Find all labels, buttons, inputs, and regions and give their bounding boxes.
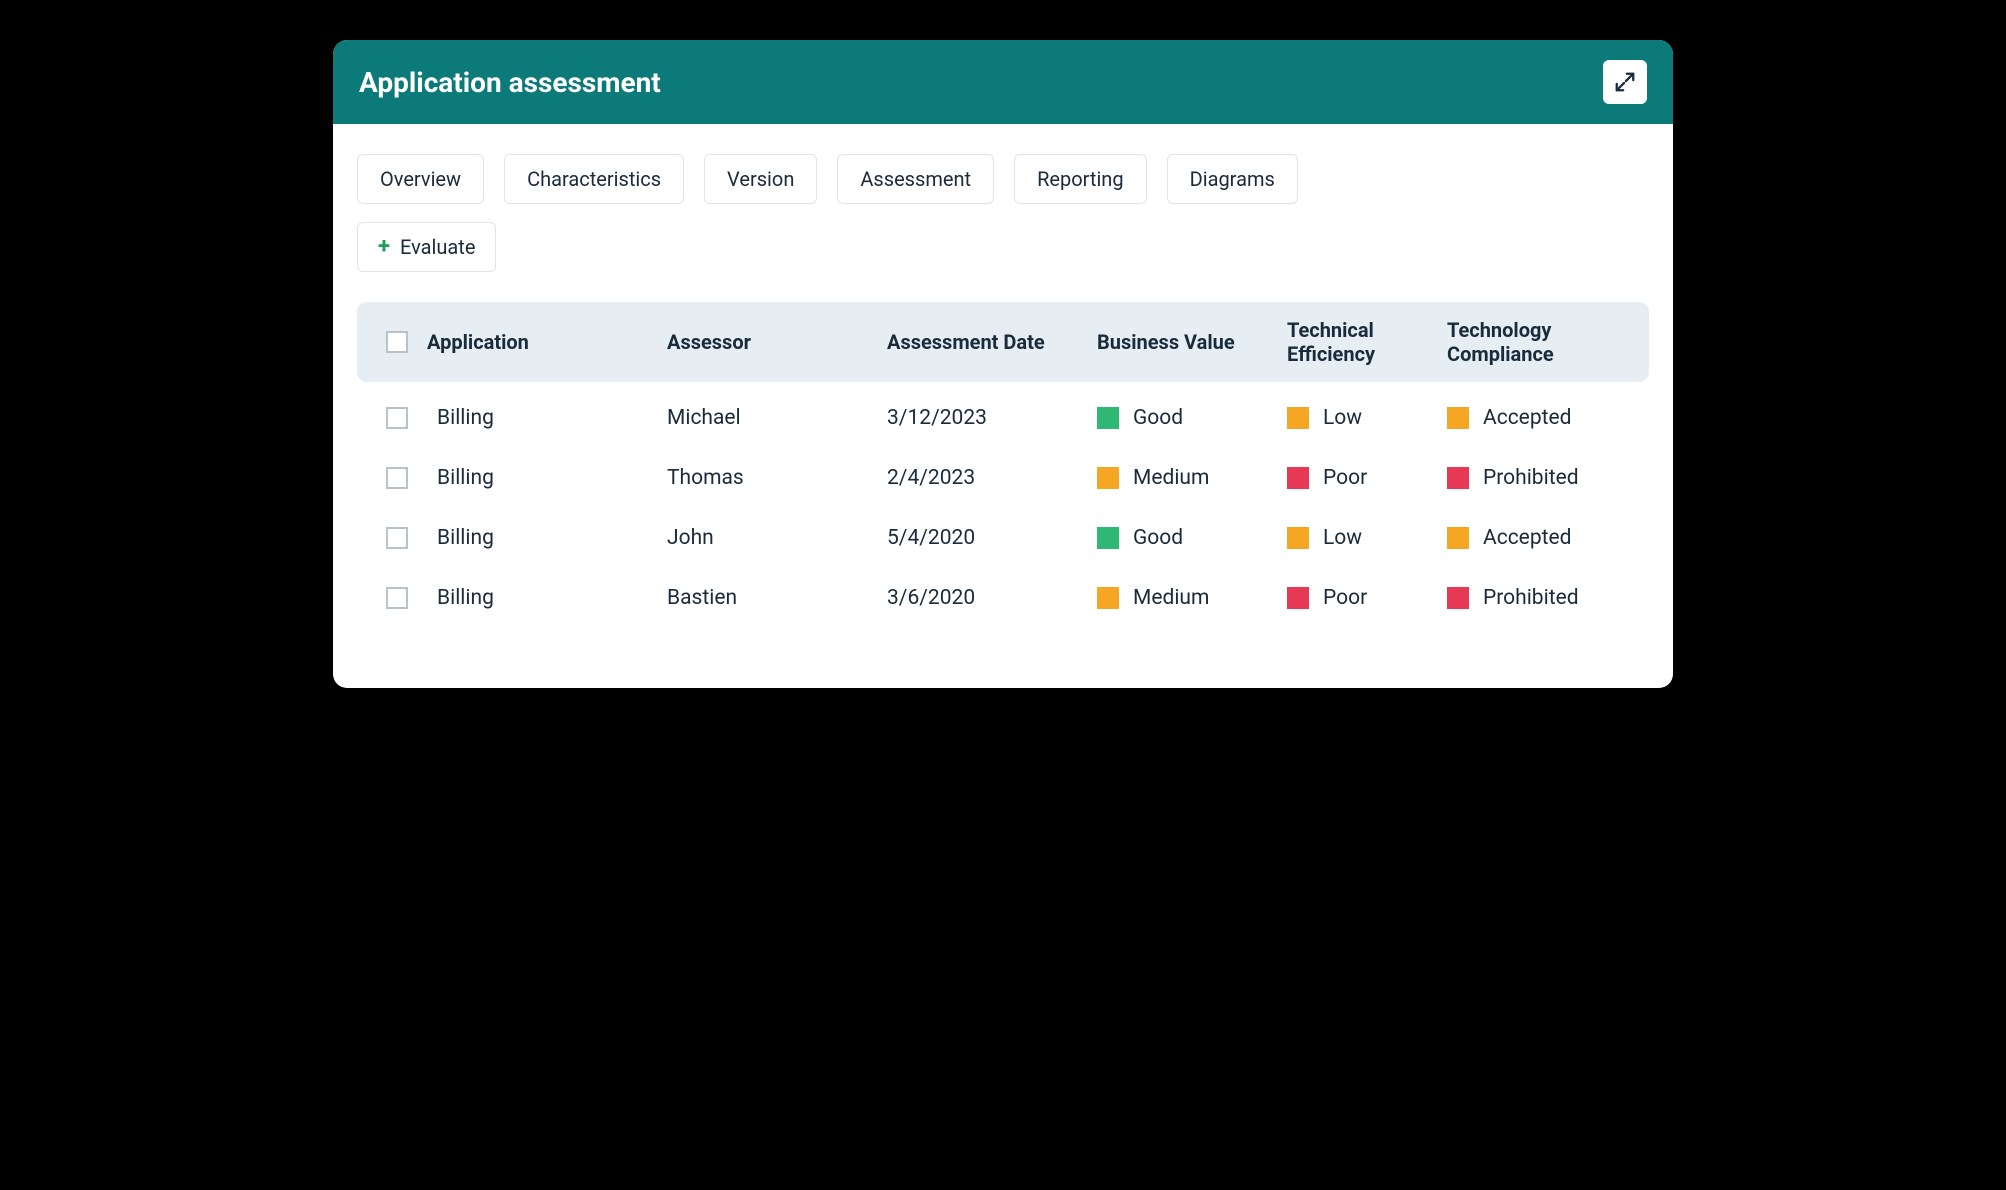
- table-row: BillingJohn5/4/2020 Good Low Accepted: [357, 508, 1649, 568]
- status-label: Poor: [1323, 586, 1367, 610]
- cell-assessor: Thomas: [667, 466, 887, 490]
- status-label: Accepted: [1483, 406, 1571, 430]
- col-technical-efficiency: Technical Efficiency: [1287, 318, 1447, 366]
- assessment-table: Application Assessor Assessment Date Bus…: [357, 302, 1649, 628]
- cell-application: Billing: [427, 526, 667, 550]
- cell-application: Billing: [427, 466, 667, 490]
- tab-overview[interactable]: Overview: [357, 154, 484, 204]
- cell-technology-compliance: Prohibited: [1447, 466, 1627, 490]
- tab-assessment[interactable]: Assessment: [837, 154, 994, 204]
- titlebar: Application assessment: [333, 40, 1673, 124]
- status-swatch: [1447, 467, 1469, 489]
- expand-icon: [1614, 71, 1636, 93]
- cell-date: 5/4/2020: [887, 526, 1097, 550]
- status-swatch: [1097, 467, 1119, 489]
- cell-application: Billing: [427, 586, 667, 610]
- status-label: Accepted: [1483, 526, 1571, 550]
- page-title: Application assessment: [359, 66, 661, 99]
- row-checkbox[interactable]: [386, 407, 408, 429]
- cell-date: 3/12/2023: [887, 406, 1097, 430]
- table-header: Application Assessor Assessment Date Bus…: [357, 302, 1649, 382]
- table-row: BillingThomas2/4/2023 Medium Poor Prohibite…: [357, 448, 1649, 508]
- cell-technology-compliance: Prohibited: [1447, 586, 1627, 610]
- app-window: Application assessment Overview Character…: [333, 40, 1673, 688]
- status-swatch: [1097, 527, 1119, 549]
- table-row: BillingBastien3/6/2020 Medium Poor Prohibit…: [357, 568, 1649, 628]
- col-assessor: Assessor: [667, 330, 887, 354]
- tab-diagrams[interactable]: Diagrams: [1167, 154, 1298, 204]
- status-label: Low: [1323, 526, 1362, 550]
- evaluate-label: Evaluate: [400, 235, 475, 259]
- col-application: Application: [427, 330, 667, 354]
- status-swatch: [1097, 587, 1119, 609]
- cell-technical-efficiency: Low: [1287, 406, 1447, 430]
- tab-version[interactable]: Version: [704, 154, 817, 204]
- row-checkbox-cell: [367, 407, 427, 429]
- cell-technology-compliance: Accepted: [1447, 526, 1627, 550]
- row-checkbox-cell: [367, 467, 427, 489]
- cell-business-value: Good: [1097, 406, 1287, 430]
- row-checkbox[interactable]: [386, 527, 408, 549]
- table-row: BillingMichael3/12/2023 Good Low Accepted: [357, 388, 1649, 448]
- cell-business-value: Medium: [1097, 466, 1287, 490]
- status-swatch: [1447, 527, 1469, 549]
- cell-application: Billing: [427, 406, 667, 430]
- status-swatch: [1447, 407, 1469, 429]
- status-swatch: [1447, 587, 1469, 609]
- col-assessment-date: Assessment Date: [887, 330, 1097, 354]
- status-label: Prohibited: [1483, 466, 1579, 490]
- col-technology-compliance: Technology Compliance: [1447, 318, 1627, 366]
- row-checkbox[interactable]: [386, 467, 408, 489]
- content-area: Overview Characteristics Version Assessment…: [333, 124, 1673, 688]
- tab-reporting[interactable]: Reporting: [1014, 154, 1147, 204]
- status-swatch: [1287, 527, 1309, 549]
- status-label: Prohibited: [1483, 586, 1579, 610]
- evaluate-button[interactable]: + Evaluate: [357, 222, 496, 272]
- cell-assessor: John: [667, 526, 887, 550]
- header-checkbox-cell: [367, 331, 427, 353]
- status-label: Medium: [1133, 466, 1209, 490]
- cell-date: 2/4/2023: [887, 466, 1097, 490]
- status-swatch: [1287, 587, 1309, 609]
- cell-technical-efficiency: Poor: [1287, 466, 1447, 490]
- status-swatch: [1287, 407, 1309, 429]
- cell-assessor: Bastien: [667, 586, 887, 610]
- cell-technical-efficiency: Low: [1287, 526, 1447, 550]
- status-label: Low: [1323, 406, 1362, 430]
- status-label: Good: [1133, 526, 1183, 550]
- col-business-value: Business Value: [1097, 330, 1287, 354]
- cell-technical-efficiency: Poor: [1287, 586, 1447, 610]
- cell-business-value: Medium: [1097, 586, 1287, 610]
- expand-button[interactable]: [1603, 60, 1647, 104]
- cell-assessor: Michael: [667, 406, 887, 430]
- status-label: Poor: [1323, 466, 1367, 490]
- plus-icon: +: [378, 236, 390, 258]
- cell-date: 3/6/2020: [887, 586, 1097, 610]
- row-checkbox-cell: [367, 587, 427, 609]
- cell-technology-compliance: Accepted: [1447, 406, 1627, 430]
- row-checkbox-cell: [367, 527, 427, 549]
- status-label: Medium: [1133, 586, 1209, 610]
- cell-business-value: Good: [1097, 526, 1287, 550]
- select-all-checkbox[interactable]: [386, 331, 408, 353]
- tab-characteristics[interactable]: Characteristics: [504, 154, 684, 204]
- status-swatch: [1097, 407, 1119, 429]
- table-body: BillingMichael3/12/2023GoodLowAcceptedBi…: [357, 382, 1649, 628]
- status-label: Good: [1133, 406, 1183, 430]
- row-checkbox[interactable]: [386, 587, 408, 609]
- status-swatch: [1287, 467, 1309, 489]
- tabs-bar: Overview Characteristics Version Assessment…: [357, 154, 1649, 204]
